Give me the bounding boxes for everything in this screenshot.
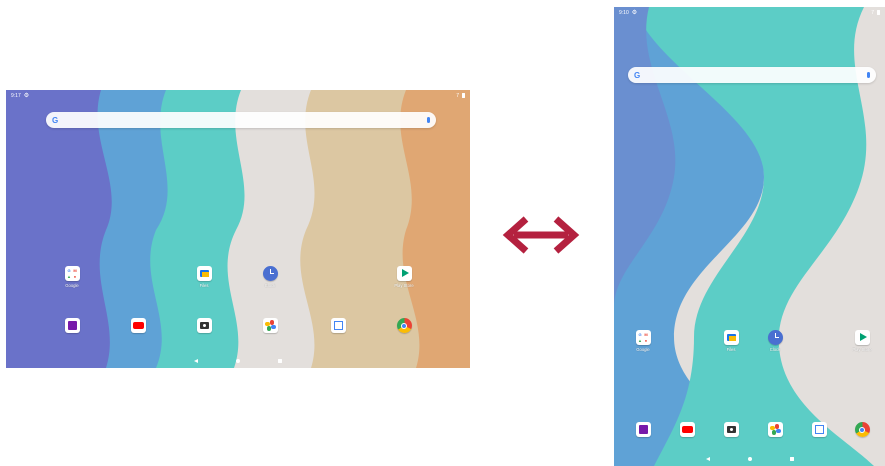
dock-onenote[interactable] xyxy=(626,422,660,437)
google-g-icon: G xyxy=(634,70,641,80)
app-label: Play Store xyxy=(852,347,872,352)
dock-youtube[interactable] xyxy=(670,422,704,437)
mic-icon[interactable] xyxy=(867,72,870,78)
status-bar: 9:10 ⚙ 7 xyxy=(614,7,885,18)
app-google-folder[interactable]: GM ▲ ● Google xyxy=(55,266,89,288)
google-search-bar[interactable]: G xyxy=(46,112,436,128)
recents-icon[interactable] xyxy=(278,359,282,363)
chrome-icon xyxy=(396,318,412,333)
app-label: Clock xyxy=(769,347,781,352)
play-store-icon xyxy=(396,266,412,281)
google-folder-icon: GM ▲ ● xyxy=(64,266,80,281)
app-files[interactable]: Files xyxy=(714,330,748,352)
battery-icon xyxy=(877,10,880,15)
dock-youtube[interactable] xyxy=(121,318,155,333)
onenote-icon xyxy=(635,422,651,437)
google-folder-icon: GM ▲ ● xyxy=(635,330,651,345)
files-icon xyxy=(723,330,739,345)
clock-icon xyxy=(262,266,278,281)
calendar-icon xyxy=(330,318,346,333)
landscape-screen: 9:17 ⚙ 7 G GM ▲ ● Google Files Clock Pla… xyxy=(6,90,470,368)
dock-camera[interactable] xyxy=(714,422,748,437)
app-label: Clock xyxy=(264,283,276,288)
double-arrow-icon xyxy=(502,216,580,254)
status-time: 9:17 xyxy=(11,92,21,99)
photos-icon xyxy=(767,422,783,437)
dock-chrome[interactable] xyxy=(387,318,421,333)
app-label: Google xyxy=(65,283,79,288)
recents-icon[interactable] xyxy=(789,457,794,461)
status-bar: 9:17 ⚙ 7 xyxy=(6,90,470,101)
app-clock[interactable]: Clock xyxy=(758,330,792,352)
navigation-bar xyxy=(6,354,470,368)
camera-icon xyxy=(196,318,212,333)
app-label: Files xyxy=(199,283,209,288)
play-store-icon xyxy=(854,330,870,345)
app-label: Google xyxy=(636,347,650,352)
home-icon[interactable] xyxy=(236,359,240,363)
photos-icon xyxy=(262,318,278,333)
gear-icon: ⚙ xyxy=(631,10,638,16)
dock-camera[interactable] xyxy=(187,318,221,333)
home-icon[interactable] xyxy=(747,457,752,461)
dock-onenote[interactable] xyxy=(55,318,89,333)
calendar-icon xyxy=(811,422,827,437)
chrome-icon xyxy=(854,422,870,437)
app-label: Play Store xyxy=(394,283,414,288)
dock-photos[interactable] xyxy=(758,422,792,437)
app-play-store[interactable]: Play Store xyxy=(387,266,421,288)
files-icon xyxy=(196,266,212,281)
app-clock[interactable]: Clock xyxy=(253,266,287,288)
status-time: 9:10 xyxy=(619,9,629,16)
onenote-icon xyxy=(64,318,80,333)
mic-icon[interactable] xyxy=(427,117,430,123)
back-icon[interactable] xyxy=(194,359,198,363)
app-label: Files xyxy=(726,347,736,352)
portrait-screen: 9:10 ⚙ 7 G GM ▲ ● Google Files Clock Pla… xyxy=(614,7,885,466)
status-signal: 7 xyxy=(456,92,459,99)
gear-icon: ⚙ xyxy=(23,93,30,99)
app-play-store[interactable]: Play Store xyxy=(845,330,879,352)
google-g-icon: G xyxy=(52,115,59,125)
battery-icon xyxy=(462,93,465,98)
app-google-folder[interactable]: GM ▲ ● Google xyxy=(626,330,660,352)
dock-chrome[interactable] xyxy=(845,422,879,437)
google-search-bar[interactable]: G xyxy=(628,67,876,83)
dock-calendar[interactable] xyxy=(802,422,836,437)
back-icon[interactable] xyxy=(705,457,710,461)
dock-photos[interactable] xyxy=(253,318,287,333)
status-signal: 7 xyxy=(871,9,874,16)
dock-calendar[interactable] xyxy=(321,318,355,333)
youtube-icon xyxy=(679,422,695,437)
app-files[interactable]: Files xyxy=(187,266,221,288)
clock-icon xyxy=(767,330,783,345)
youtube-icon xyxy=(130,318,146,333)
navigation-bar xyxy=(614,452,885,466)
camera-icon xyxy=(723,422,739,437)
